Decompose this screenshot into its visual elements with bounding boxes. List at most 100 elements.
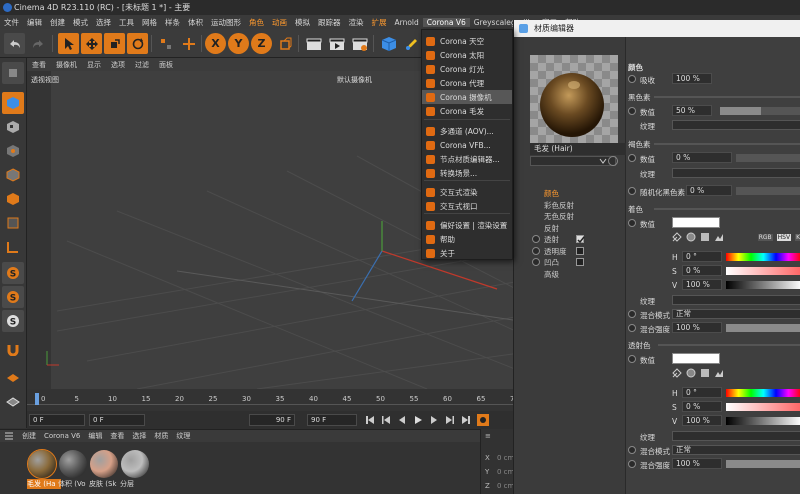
- material-pick-button[interactable]: [608, 156, 618, 166]
- min-frame-field[interactable]: 0 F: [89, 414, 145, 426]
- channel-radio[interactable]: [532, 235, 540, 243]
- go-to-end-icon[interactable]: [461, 415, 471, 425]
- move-tool-button[interactable]: [81, 33, 102, 54]
- material-swatch[interactable]: [121, 450, 149, 478]
- next-frame-icon[interactable]: [429, 415, 439, 425]
- menu-item[interactable]: 创建: [46, 17, 69, 28]
- grid-plane-button[interactable]: [2, 390, 24, 412]
- material-swatch[interactable]: [27, 449, 57, 479]
- trans-v-field[interactable]: 100 %: [682, 415, 722, 426]
- record-icon[interactable]: [477, 414, 489, 426]
- corona-menu-item[interactable]: Corona 摄像机: [422, 90, 512, 104]
- model-mode-button[interactable]: [2, 92, 24, 114]
- magnet-button[interactable]: [2, 338, 24, 360]
- end-frame-field[interactable]: 90 F: [307, 414, 357, 426]
- trans-value-slider[interactable]: [726, 417, 800, 425]
- random-melanin-radio[interactable]: [628, 187, 636, 195]
- axis-x-button[interactable]: X: [205, 33, 226, 54]
- color-picker-icon[interactable]: [672, 232, 682, 242]
- redo-button[interactable]: [27, 33, 48, 54]
- corona-menu-item[interactable]: Corona 代理: [422, 76, 512, 90]
- trans-image-icon[interactable]: [714, 368, 724, 378]
- texture-mode-button[interactable]: [2, 116, 24, 138]
- material-menu-item[interactable]: 选择: [128, 431, 150, 441]
- menu-item[interactable]: 网格: [138, 17, 161, 28]
- material-channel-item[interactable]: 彩色反射: [544, 200, 574, 211]
- kelvin-mode-button[interactable]: K: [795, 233, 800, 241]
- trans-color-picker-icon[interactable]: [672, 368, 682, 378]
- material-menu-item[interactable]: 纹理: [172, 431, 194, 441]
- dye-blend-strength-slider[interactable]: [726, 324, 800, 332]
- dye-color-swatch[interactable]: [672, 217, 720, 228]
- panel-menu-icon[interactable]: [4, 432, 14, 440]
- material-channel-item[interactable]: 颜色: [544, 188, 559, 199]
- viewport-menu-item[interactable]: 显示: [82, 60, 106, 70]
- pheomelanin-texture-slot[interactable]: [672, 168, 800, 178]
- axis-mode-button[interactable]: [2, 236, 24, 258]
- corona-menu-item[interactable]: Corona 太阳: [422, 48, 512, 62]
- viewport-menu-item[interactable]: 选项: [106, 60, 130, 70]
- dye-s-field[interactable]: 0 %: [682, 265, 722, 276]
- trans-saturation-slider[interactable]: [726, 403, 800, 411]
- corona-menu-item[interactable]: Corona 天空: [422, 34, 512, 48]
- menu-item[interactable]: 角色: [245, 17, 268, 28]
- timeline-ruler[interactable]: 0510152025303540455055606570: [27, 393, 520, 405]
- coord-y-value[interactable]: 0 cm: [497, 468, 514, 476]
- add-tool-button[interactable]: [178, 33, 199, 54]
- viewport-menu-item[interactable]: 查看: [27, 60, 51, 70]
- corona-menu-item[interactable]: Corona 毛发: [422, 104, 512, 118]
- coordinate-system-button[interactable]: [274, 33, 295, 54]
- menu-item[interactable]: 编辑: [23, 17, 46, 28]
- material-menu-item[interactable]: 材质: [150, 431, 172, 441]
- edges-mode-button[interactable]: [2, 164, 24, 186]
- trans-blend-mode-radio[interactable]: [628, 446, 636, 454]
- trans-blend-strength-slider[interactable]: [726, 460, 800, 468]
- workplane-button[interactable]: [2, 366, 24, 388]
- cube-object-button[interactable]: [378, 33, 399, 54]
- quantize-button[interactable]: S: [2, 310, 24, 332]
- scale-tool-button[interactable]: [104, 33, 125, 54]
- play-icon[interactable]: [413, 415, 423, 425]
- dye-saturation-slider[interactable]: [726, 267, 800, 275]
- trans-blend-strength-radio[interactable]: [628, 460, 636, 468]
- channel-checkbox[interactable]: [576, 246, 584, 255]
- material-channel-item[interactable]: 透明度: [544, 246, 567, 257]
- corona-menu-item[interactable]: 交互式渲染: [422, 185, 512, 199]
- go-to-start-icon[interactable]: [365, 415, 375, 425]
- random-melanin-field[interactable]: 0 %: [686, 185, 732, 196]
- viewport-menu-item[interactable]: 面板: [154, 60, 178, 70]
- melanin-texture-slot[interactable]: [672, 120, 800, 130]
- channel-checkbox[interactable]: [576, 258, 584, 266]
- menu-item[interactable]: 选择: [92, 17, 115, 28]
- material-menu-item[interactable]: Corona V6: [40, 432, 84, 440]
- menu-item[interactable]: 文件: [0, 17, 23, 28]
- render-to-picture-viewer-button[interactable]: [326, 33, 347, 54]
- dye-color-radio[interactable]: [628, 219, 636, 227]
- pheomelanin-value-field[interactable]: 0 %: [672, 152, 732, 163]
- viewport-menu-item[interactable]: 过滤: [130, 60, 154, 70]
- trans-color-radio[interactable]: [628, 355, 636, 363]
- coord-x-value[interactable]: 0 cm: [497, 454, 514, 462]
- material-channel-item[interactable]: 无色反射: [544, 211, 574, 222]
- dye-blend-mode-radio[interactable]: [628, 310, 636, 318]
- polygons-mode-button[interactable]: [2, 188, 24, 210]
- render-view-button[interactable]: [303, 33, 324, 54]
- corona-menu-item[interactable]: 交互式视口: [422, 199, 512, 213]
- dye-hue-slider[interactable]: [726, 253, 800, 261]
- melanin-value-field[interactable]: 50 %: [672, 105, 712, 116]
- render-settings-button[interactable]: [349, 33, 370, 54]
- material-preview[interactable]: [530, 55, 618, 143]
- make-editable-button[interactable]: [2, 62, 24, 84]
- menu-item[interactable]: 扩展: [368, 17, 391, 28]
- dye-blend-strength-radio[interactable]: [628, 324, 636, 332]
- workplane-snap-button[interactable]: S: [2, 286, 24, 308]
- trans-blend-mode-select[interactable]: 正常: [672, 445, 800, 455]
- trans-s-field[interactable]: 0 %: [682, 401, 722, 412]
- viewport-menu-item[interactable]: 摄像机: [51, 60, 82, 70]
- menu-item[interactable]: Arnold: [391, 18, 423, 27]
- trans-color-swatch[interactable]: [672, 353, 720, 364]
- trans-spectrum-icon[interactable]: [700, 368, 710, 378]
- coords-menu-icon[interactable]: ≡: [485, 432, 491, 440]
- max-frame-field[interactable]: 90 F: [249, 414, 295, 426]
- menu-item[interactable]: 跟踪器: [314, 17, 345, 28]
